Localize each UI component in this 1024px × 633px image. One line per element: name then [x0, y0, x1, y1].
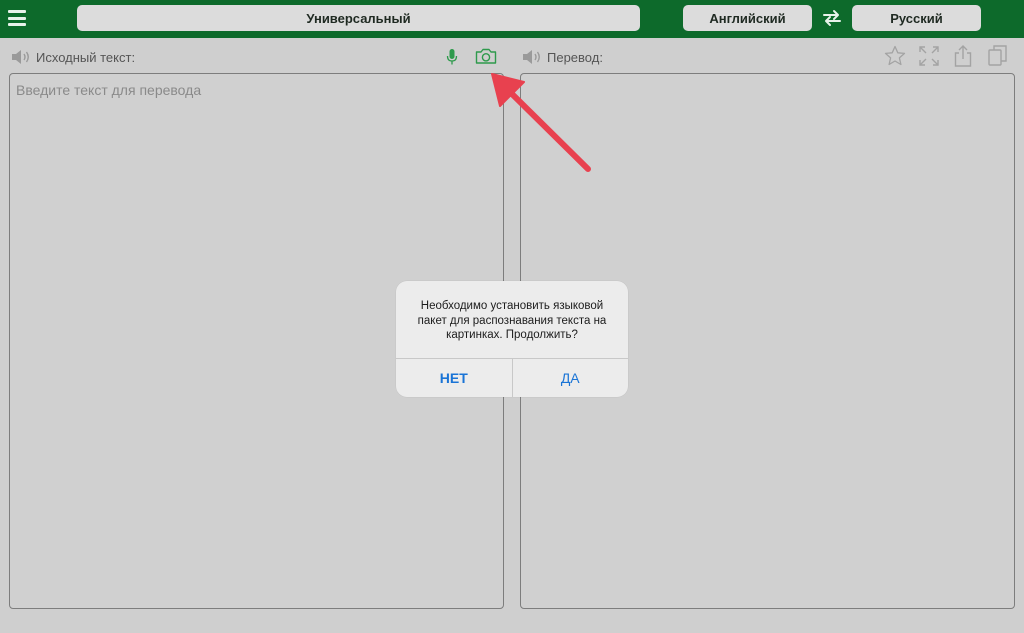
camera-icon[interactable] [475, 47, 497, 65]
target-language-button[interactable]: Русский [852, 5, 981, 31]
source-header: Исходный текст: [10, 44, 135, 70]
speaker-icon[interactable] [521, 48, 543, 66]
translation-header-label: Перевод: [547, 49, 603, 65]
dialog-yes-button[interactable]: ДА [513, 359, 629, 397]
speaker-icon[interactable] [10, 48, 32, 66]
mode-selector-button[interactable]: Универсальный [77, 5, 640, 31]
translation-output [521, 74, 1014, 90]
language-pack-dialog: Необходимо установить языковой пакет для… [396, 281, 628, 397]
hamburger-icon[interactable] [8, 10, 26, 26]
dialog-buttons: НЕТ ДА [396, 358, 628, 397]
dialog-message: Необходимо установить языковой пакет для… [417, 300, 607, 341]
source-header-label: Исходный текст: [36, 49, 136, 65]
copy-icon[interactable] [987, 44, 1009, 68]
top-bar: Универсальный Английский Русский [0, 0, 1024, 38]
dialog-no-button[interactable]: НЕТ [396, 359, 513, 397]
share-icon[interactable] [953, 44, 973, 68]
fullscreen-icon[interactable] [918, 45, 940, 67]
star-icon[interactable] [884, 45, 906, 67]
microphone-icon[interactable] [446, 48, 458, 66]
swap-arrows-icon[interactable] [821, 9, 843, 27]
translation-header: Перевод: [521, 44, 603, 70]
source-language-button[interactable]: Английский [683, 5, 812, 31]
